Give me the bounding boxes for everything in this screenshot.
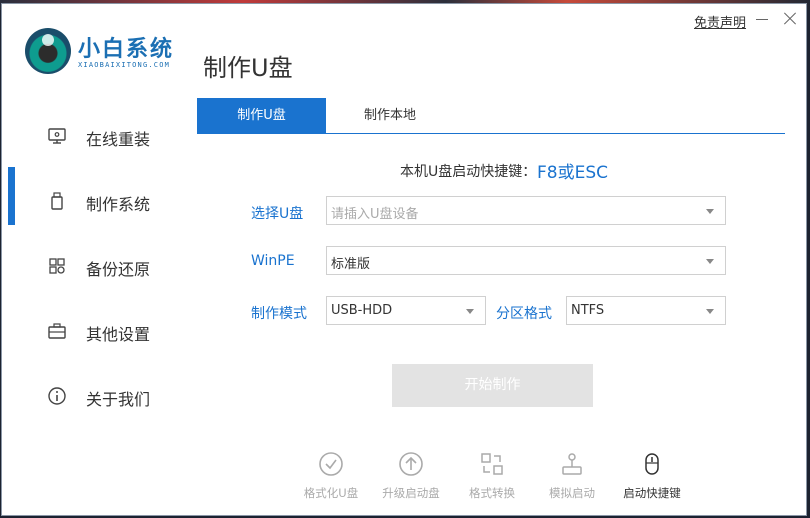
tab-make-usb[interactable]: 制作U盘: [197, 98, 326, 133]
grid-icon: [49, 258, 65, 274]
sidebar-item-make-system[interactable]: 制作系统: [2, 167, 192, 227]
winpe-select-value: 标准版: [331, 257, 371, 272]
partition-select[interactable]: NTFS: [566, 296, 726, 325]
check-circle-icon: [319, 452, 343, 476]
mode-select-value: USB-HDD: [331, 303, 393, 318]
tool-label: 格式转换: [469, 486, 515, 500]
mode-label: 制作模式: [251, 306, 307, 322]
mouse-icon: [645, 453, 659, 475]
tool-label: 格式化U盘: [303, 486, 359, 500]
active-indicator: [8, 167, 15, 225]
tool-label: 升级启动盘: [382, 486, 440, 500]
mode-select[interactable]: USB-HDD: [326, 296, 486, 325]
chevron-down-icon: [466, 309, 474, 314]
partition-select-value: NTFS: [571, 303, 605, 318]
briefcase-icon: [48, 323, 66, 339]
page-title: 制作U盘: [203, 54, 293, 82]
close-button[interactable]: [780, 8, 802, 30]
tab-make-local[interactable]: 制作本地: [326, 98, 454, 133]
sidebar-item-backup-restore[interactable]: 备份还原: [2, 242, 192, 292]
info-icon: [48, 387, 66, 405]
partition-label: 分区格式: [496, 306, 552, 322]
winpe-label: WinPE: [251, 253, 295, 269]
monitor-icon: [48, 128, 66, 144]
sidebar-item-label: 其他设置: [86, 325, 151, 344]
convert-icon: [481, 453, 503, 475]
start-make-button[interactable]: 开始制作: [392, 364, 593, 407]
winpe-select[interactable]: 标准版: [326, 246, 726, 275]
joystick-icon: [562, 453, 582, 475]
sidebar-item-other-settings[interactable]: 其他设置: [2, 307, 192, 357]
chevron-down-icon: [706, 259, 714, 264]
usb-select-placeholder: 请插入U盘设备: [331, 207, 419, 222]
tool-label: 启动快捷键: [623, 486, 681, 500]
disclaimer-link[interactable]: 免责声明: [694, 12, 746, 31]
logo-icon: [25, 28, 71, 74]
sidebar-item-label: 制作系统: [86, 195, 151, 214]
usb-select[interactable]: 请插入U盘设备: [326, 196, 726, 225]
upload-circle-icon: [399, 452, 423, 476]
hotkey-value: F8或ESC: [537, 163, 608, 183]
tool-label: 模拟启动: [549, 486, 595, 500]
tool-format-usb[interactable]: 格式化U盘: [291, 451, 371, 501]
hotkey-label: 本机U盘启动快捷键：: [400, 164, 537, 180]
usb-icon: [51, 192, 63, 210]
usb-select-label: 选择U盘: [251, 206, 304, 222]
tool-simulate-boot[interactable]: 模拟启动: [532, 451, 612, 501]
logo-title: 小白系统: [78, 37, 175, 62]
app-window: 免责声明 小白系统 XIAOBAIXITONG.COM 制作U盘 在线重装 制作…: [1, 3, 807, 516]
minimize-button[interactable]: [752, 8, 774, 30]
sidebar-item-label: 关于我们: [86, 390, 151, 409]
sidebar-item-label: 备份还原: [86, 260, 151, 279]
sidebar-item-label: 在线重装: [86, 130, 151, 149]
chevron-down-icon: [706, 309, 714, 314]
tab-bar: 制作U盘 制作本地: [197, 98, 785, 134]
tool-upgrade-boot[interactable]: 升级启动盘: [371, 451, 451, 501]
sidebar-item-about-us[interactable]: 关于我们: [2, 372, 192, 422]
tool-boot-hotkey[interactable]: 启动快捷键: [612, 451, 692, 501]
sidebar-item-online-reinstall[interactable]: 在线重装: [2, 112, 192, 162]
chevron-down-icon: [706, 209, 714, 214]
logo-subtitle: XIAOBAIXITONG.COM: [78, 61, 171, 69]
tool-format-convert[interactable]: 格式转换: [452, 451, 532, 501]
